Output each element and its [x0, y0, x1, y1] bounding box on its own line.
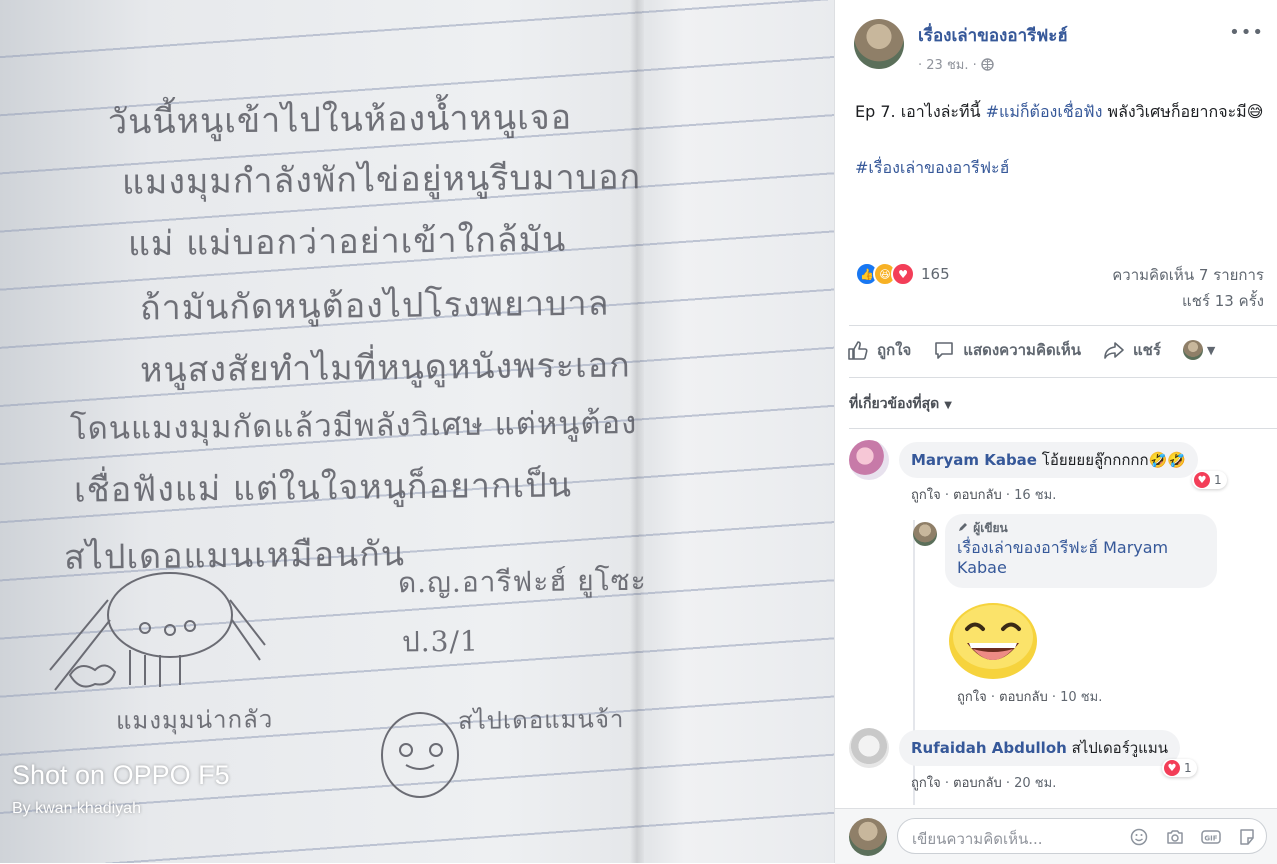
comment-icon — [935, 342, 954, 359]
comment-text: โอ้ยยยยลู๊กกกกก🤣🤣 — [1041, 451, 1186, 469]
post-text-suffix: พลังวิเศษก็อยากจะมี😅 — [1102, 102, 1264, 121]
comment-sort-dropdown[interactable]: ที่เกี่ยวข้องที่สุด ▼ — [849, 393, 952, 415]
comment-input[interactable]: เขียนความคิดเห็น... GIF — [897, 818, 1267, 854]
handwriting-line: เชื่อฟังแม่ แต่ในใจหนูก็อยากเป็น — [73, 465, 573, 511]
post-action-bar: ถูกใจ แสดงความคิดเห็น แชร์ ▼ — [847, 338, 1215, 362]
post-text-prefix: Ep 7. เอาไงล่ะทีนี้ — [855, 102, 986, 121]
comment-like-link[interactable]: ถูกใจ — [911, 488, 941, 503]
comment-reply-link[interactable]: ตอบกลับ — [953, 488, 1002, 503]
author-tag-label: ผู้เขียน — [973, 521, 1008, 535]
emoji-icon[interactable] — [1128, 826, 1150, 848]
camera-watermark: Shot on OPPO F5 — [12, 760, 230, 790]
reply-item: ผู้เขียน เรื่องเล่าของอารีฟะฮ์ Maryam Ka… — [945, 514, 1217, 588]
handwriting-line: แมงมุมกำลังพักไข่อยู่หนูรีบมาบอก — [121, 157, 642, 203]
handwriting-line: วันนี้หนูเข้าไปในห้องน้ำหนูเจอ — [107, 97, 573, 143]
mention-link[interactable]: Maryam — [1103, 538, 1168, 557]
more-options-button[interactable]: ••• — [1229, 22, 1264, 43]
comment-time[interactable]: 10 ชม. — [1060, 690, 1102, 705]
comment-reaction-count: 1 — [1214, 473, 1222, 487]
reply-author-avatar[interactable] — [913, 522, 937, 546]
divider — [849, 428, 1277, 429]
comment-text: สไปเดอร์วูแมน — [1071, 739, 1168, 757]
gif-icon[interactable]: GIF — [1200, 826, 1222, 848]
camera-icon[interactable] — [1164, 826, 1186, 848]
post-hashtag-link[interactable]: #แม่ก็ต้องเชื่อฟัง — [986, 102, 1103, 121]
comment-item: Rufaidah Abdulloh สไปเดอร์วูแมน ถูกใจ · … — [899, 730, 1180, 793]
comment-reaction-badge[interactable]: ♥ 1 — [1162, 759, 1197, 777]
comment-time[interactable]: 20 ชม. — [1014, 776, 1056, 791]
share-button-label: แชร์ — [1132, 341, 1161, 359]
share-button[interactable]: แชร์ — [1103, 338, 1161, 362]
globe-icon — [981, 58, 994, 71]
comment-button-label: แสดงความคิดเห็น — [963, 341, 1081, 359]
like-button[interactable]: ถูกใจ — [847, 338, 911, 362]
comment-like-link[interactable]: ถูกใจ — [957, 690, 987, 705]
sticker-icon[interactable] — [1236, 826, 1258, 848]
heart-icon: ♥ — [1164, 760, 1180, 776]
comment-meta: ถูกใจ · ตอบกลับ · 20 ชม. — [911, 776, 1057, 791]
thumbs-up-icon — [848, 341, 868, 360]
reaction-summary[interactable]: 👍 😆 ♥ 165 — [855, 262, 950, 286]
handwriting-line: แม่ แม่บอกว่าอย่าเข้าใกล้มัน — [127, 219, 567, 265]
comment-meta: ถูกใจ · ตอบกลับ · 16 ชม. — [911, 488, 1057, 503]
comment-input-placeholder: เขียนความคิดเห็น... — [912, 830, 1043, 848]
like-button-label: ถูกใจ — [877, 341, 912, 359]
viewer-avatar — [1182, 340, 1203, 360]
comment-composer: เขียนความคิดเห็น... GIF — [835, 808, 1277, 864]
composer-tools: GIF — [1114, 826, 1258, 848]
chevron-down-icon: ▼ — [1206, 343, 1216, 357]
comment-bubble: Maryam Kabae โอ้ยยยยลู๊กกกกก🤣🤣 — [899, 442, 1198, 478]
comment-time[interactable]: 16 ชม. — [1014, 488, 1056, 503]
share-icon — [1104, 342, 1124, 359]
shares-count-link[interactable]: แชร์ 13 ครั้ง — [1112, 288, 1264, 314]
comment-author-link[interactable]: Rufaidah Abdulloh — [911, 739, 1067, 757]
laughing-sticker[interactable] — [949, 601, 1037, 679]
heart-icon: ♥ — [1194, 472, 1210, 488]
reaction-count: 165 — [921, 265, 950, 283]
reply-meta-wrap: ถูกใจ · ตอบกลับ · 10 ชม. — [945, 686, 1102, 707]
audience-selector[interactable]: ▼ — [1182, 340, 1216, 360]
post-photo[interactable]: วันนี้หนูเข้าไปในห้องน้ำหนูเจอ แมงมุมกำล… — [0, 0, 834, 863]
mention-link[interactable]: Kabae — [957, 558, 1007, 577]
reply-author-link[interactable]: เรื่องเล่าของอารีฟะฮ์ — [957, 538, 1098, 557]
post-timestamp[interactable]: · 23 ชม. · — [918, 54, 994, 75]
comment-meta: ถูกใจ · ตอบกลับ · 10 ชม. — [957, 690, 1103, 705]
svg-text:GIF: GIF — [1204, 835, 1217, 843]
comment-sort-label: ที่เกี่ยวข้องที่สุด — [849, 396, 940, 412]
comment-reaction-badge[interactable]: ♥ 1 — [1192, 471, 1227, 489]
comment-button[interactable]: แสดงความคิดเห็น — [933, 338, 1081, 362]
post-side-panel: เรื่องเล่าของอารีฟะฮ์ · 23 ชม. · ••• Ep … — [834, 0, 1277, 864]
divider — [849, 377, 1277, 378]
handwriting-line: โดนแมงมุมกัดแล้วมีพลังวิเศษ แต่หนูต้อง — [69, 405, 638, 447]
comment-like-link[interactable]: ถูกใจ — [911, 776, 941, 791]
post-author-name[interactable]: เรื่องเล่าของอารีฟะฮ์ — [918, 22, 1068, 49]
commenter-avatar[interactable] — [849, 440, 889, 480]
comment-item: Maryam Kabae โอ้ยยยยลู๊กกกกก🤣🤣 ถูกใจ · ต… — [899, 442, 1198, 505]
post-stats: ความคิดเห็น 7 รายการ แชร์ 13 ครั้ง — [1112, 262, 1264, 314]
comment-reply-link[interactable]: ตอบกลับ — [953, 776, 1002, 791]
pencil-icon — [959, 523, 967, 531]
handwriting-line: ถ้ามันกัดหนูต้องไปโรงพยาบาล — [139, 283, 610, 329]
love-reaction-icon: ♥ — [891, 262, 915, 286]
commenter-avatar[interactable] — [849, 728, 889, 768]
comment-bubble: Rufaidah Abdulloh สไปเดอร์วูแมน — [899, 730, 1180, 766]
post-text: Ep 7. เอาไงล่ะทีนี้ #แม่ก็ต้องเชื่อฟัง พ… — [855, 98, 1265, 182]
post-time-text: · 23 ชม. · — [918, 58, 977, 73]
viewer-avatar[interactable] — [849, 818, 887, 856]
page-hashtag-link[interactable]: #เรื่องเล่าของอารีฟะฮ์ — [855, 158, 1009, 177]
author-tag: ผู้เขียน — [957, 518, 1205, 538]
comments-count-link[interactable]: ความคิดเห็น 7 รายการ — [1112, 262, 1264, 288]
comment-author-link[interactable]: Maryam Kabae — [911, 451, 1037, 469]
author-avatar[interactable] — [854, 19, 904, 69]
reply-bubble: ผู้เขียน เรื่องเล่าของอารีฟะฮ์ Maryam Ka… — [945, 514, 1217, 588]
divider — [849, 325, 1277, 326]
handwriting-line: หนูสงสัยทำไมที่หนูดูหนังพระเอก — [139, 345, 631, 391]
comment-reaction-count: 1 — [1184, 761, 1192, 775]
photographer-credit: By kwan khadiyah — [12, 800, 141, 817]
caret-down-icon: ▼ — [944, 400, 952, 411]
comment-reply-link[interactable]: ตอบกลับ — [999, 690, 1048, 705]
